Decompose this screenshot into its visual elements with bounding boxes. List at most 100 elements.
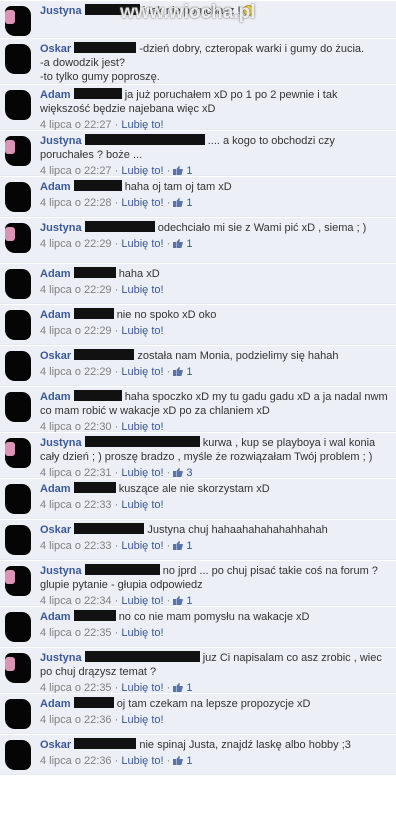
comment-author[interactable]: Adam: [40, 698, 71, 710]
avatar[interactable]: [5, 351, 31, 381]
like-thumb-icon[interactable]: [173, 467, 184, 477]
redacted-name: [74, 523, 145, 534]
comment-timestamp[interactable]: 4 lipca o 22:33: [40, 540, 112, 552]
like-thumb-icon[interactable]: [173, 238, 184, 248]
meta-separator: ·: [111, 325, 122, 337]
redacted-name: [73, 610, 116, 621]
comment-timestamp[interactable]: 4 lipca o 22:33: [40, 499, 112, 511]
meta-separator: ·: [163, 540, 174, 552]
comment-row: Justyna no jprd ... po chuj pisać takie …: [0, 560, 396, 607]
comment-timestamp[interactable]: 4 lipca o 22:29: [40, 238, 112, 250]
like-link[interactable]: Lubię to!: [121, 499, 163, 511]
comment-body: Adam nie no spoko xD oko 4 lipca o 22:29 …: [40, 308, 390, 338]
comment-timestamp[interactable]: 4 lipca o 22:35: [40, 627, 112, 639]
comment-author[interactable]: Adam: [40, 391, 71, 403]
avatar[interactable]: [5, 438, 31, 468]
meta-separator: ·: [111, 540, 122, 552]
comment-author[interactable]: Oskar: [40, 739, 71, 751]
avatar[interactable]: [5, 182, 31, 212]
meta-separator: ·: [111, 197, 122, 209]
comment-meta: 4 lipca o 22:36 · Lubię to!: [40, 713, 390, 727]
avatar[interactable]: [5, 223, 31, 253]
avatar[interactable]: [5, 525, 31, 555]
avatar[interactable]: [5, 653, 31, 683]
comment-row: Justyna juz Ci napisalam co asz zrobic ,…: [0, 647, 396, 695]
comment-body: Adam oj tam czekam na lepsze propozycje …: [40, 697, 390, 727]
comment-timestamp[interactable]: 4 lipca o 22:36: [40, 714, 112, 726]
like-link[interactable]: Lubię to!: [121, 540, 163, 552]
like-link[interactable]: Lubię to!: [121, 366, 163, 378]
comment-row: Adam nie no spoko xD oko 4 lipca o 22:29 …: [0, 304, 396, 345]
like-count[interactable]: 1: [183, 197, 192, 209]
comment-body: Adam ja już poruchałem xD po 1 po 2 pewn…: [40, 88, 390, 132]
comment-author[interactable]: Adam: [40, 483, 71, 495]
like-count[interactable]: 1: [183, 366, 192, 378]
comment-timestamp[interactable]: 4 lipca o 22:29: [40, 325, 112, 337]
like-thumb-icon[interactable]: [173, 755, 184, 765]
like-thumb-icon[interactable]: [173, 540, 184, 550]
comment-body: Adam kuszące ale nie skorzystam xD 4 lipc…: [40, 482, 390, 512]
like-link[interactable]: Lubię to!: [121, 325, 163, 337]
avatar[interactable]: [5, 90, 31, 120]
comment-meta: 4 lipca o 22:29 · Lubię to!: [40, 283, 390, 297]
comment-author[interactable]: Adam: [40, 309, 71, 321]
like-count[interactable]: 1: [183, 755, 192, 767]
comment-author[interactable]: Justyna: [40, 135, 82, 147]
comment-row: Justyna odechciało mi sie z Wami pić xD …: [0, 217, 396, 263]
avatar[interactable]: [5, 612, 31, 642]
like-thumb-icon[interactable]: [173, 197, 184, 207]
comment-author[interactable]: Adam: [40, 181, 71, 193]
comment-text: nie spinaj Justa, znajdź laskę albo hobb…: [139, 739, 351, 751]
avatar[interactable]: [5, 269, 31, 299]
avatar[interactable]: [5, 566, 31, 596]
avatar[interactable]: [5, 310, 31, 340]
like-thumb-icon[interactable]: [173, 595, 184, 605]
comment-author[interactable]: Adam: [40, 89, 71, 101]
redacted-name: [73, 267, 116, 278]
comment-meta: 4 lipca o 22:29 · Lubię to! · 1: [40, 365, 390, 379]
like-link[interactable]: Lubię to!: [121, 627, 163, 639]
comment-author[interactable]: Justyna: [40, 437, 82, 449]
avatar[interactable]: [5, 740, 31, 770]
avatar[interactable]: [5, 44, 31, 74]
like-link[interactable]: Lubię to!: [121, 714, 163, 726]
avatar[interactable]: [5, 6, 31, 36]
comment-body: Adam haha oj tam oj tam xD 4 lipca o 22:2…: [40, 180, 390, 210]
comment-body: Justyna juz Ci napisalam co asz zrobic ,…: [40, 651, 390, 695]
comment-author[interactable]: Justyna: [40, 565, 82, 577]
redacted-name: [73, 308, 114, 319]
like-link[interactable]: Lubię to!: [121, 238, 163, 250]
like-thumb-icon[interactable]: [173, 682, 184, 692]
like-link[interactable]: Lubię to!: [121, 197, 163, 209]
comment-timestamp[interactable]: 4 lipca o 22:36: [40, 755, 112, 767]
like-count[interactable]: 1: [183, 540, 192, 552]
avatar[interactable]: [5, 699, 31, 729]
comment-author[interactable]: Justyna: [40, 652, 82, 664]
like-thumb-icon[interactable]: [173, 366, 184, 376]
comment-author[interactable]: Oskar: [40, 350, 71, 362]
comment-timestamp[interactable]: 4 lipca o 22:29: [40, 366, 112, 378]
comment-body: Justyna kurwa , kup se playboya i wal ko…: [40, 436, 390, 480]
like-link[interactable]: Lubię to!: [121, 755, 163, 767]
like-count[interactable]: 1: [183, 238, 192, 250]
comment-author[interactable]: Adam: [40, 611, 71, 623]
comment-author[interactable]: Oskar: [40, 43, 71, 55]
avatar[interactable]: [5, 136, 31, 166]
like-thumb-icon[interactable]: [173, 165, 184, 175]
comment-author[interactable]: Justyna: [40, 222, 82, 234]
avatar[interactable]: [5, 392, 31, 422]
avatar[interactable]: [5, 484, 31, 514]
redacted-name: [84, 651, 200, 662]
comment-body: Adam haha spoczko xD my tu gadu gadu xD …: [40, 390, 390, 434]
meta-separator: ·: [163, 238, 174, 250]
comment-author[interactable]: Oskar: [40, 524, 71, 536]
comment-author[interactable]: Justyna: [40, 5, 82, 17]
comment-row: Adam no co nie mam pomysłu na wakacje xD…: [0, 606, 396, 647]
comment-author[interactable]: Adam: [40, 268, 71, 280]
redacted-name: [73, 180, 122, 191]
comment-timestamp[interactable]: 4 lipca o 22:29: [40, 284, 112, 296]
comment-timestamp[interactable]: 4 lipca o 22:28: [40, 197, 112, 209]
redacted-name: [73, 482, 116, 493]
like-link[interactable]: Lubię to!: [121, 284, 163, 296]
comment-row: Adam kuszące ale nie skorzystam xD 4 lipc…: [0, 478, 396, 519]
